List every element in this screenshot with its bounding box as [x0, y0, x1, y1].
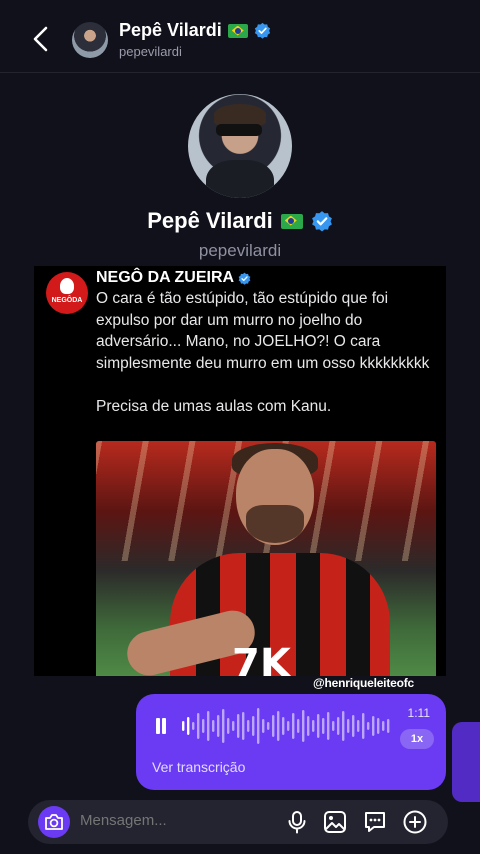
camera-button[interactable]: [38, 806, 70, 838]
header-name-row[interactable]: Pepê Vilardi: [119, 20, 271, 41]
verified-icon: [254, 22, 270, 39]
waveform-bar: [367, 722, 370, 730]
brazil-flag-icon: [280, 213, 303, 229]
video-watermark: @henriqueleiteofc: [313, 676, 414, 690]
post-photo[interactable]: 7K: [96, 441, 436, 676]
waveform-bar: [187, 717, 190, 735]
waveform-bar: [257, 708, 260, 744]
voice-duration: 1:11: [407, 706, 430, 720]
waveform-bar: [287, 721, 290, 731]
header-avatar[interactable]: [72, 22, 108, 58]
verified-icon: [311, 211, 332, 232]
waveform-bar: [352, 715, 355, 737]
header-name: Pepê Vilardi: [119, 20, 222, 40]
waveform-bar: [262, 719, 265, 733]
waveform-bar: [337, 717, 340, 735]
waveform-bar: [307, 716, 310, 736]
post-author-logo: NEGÔDA: [46, 272, 88, 314]
microphone-icon[interactable]: [284, 809, 310, 835]
waveform-bar: [387, 719, 390, 733]
waveform-bar: [382, 721, 385, 731]
gallery-icon[interactable]: [322, 809, 348, 835]
profile-name-row: Pepê Vilardi: [0, 208, 480, 234]
post-logo-text: NEGÔDA: [51, 297, 83, 304]
waveform-bar: [242, 712, 245, 740]
waveform-bar: [312, 720, 315, 732]
waveform-bar: [327, 712, 330, 740]
profile-name: Pepê Vilardi: [147, 208, 273, 233]
waveform-bar: [207, 711, 210, 741]
waveform-bar: [247, 720, 250, 732]
waveform-bar: [197, 713, 200, 739]
waveform-bar: [267, 722, 270, 730]
waveform-bar: [292, 713, 295, 739]
waveform-bar: [277, 711, 280, 741]
waveform-bar: [332, 721, 335, 731]
sticker-icon[interactable]: [362, 809, 388, 835]
waveform-bar: [237, 714, 240, 738]
waveform-bar: [217, 715, 220, 737]
post-author-row: NEGÔ DA ZUEIRA: [96, 269, 251, 287]
post-text: O cara é tão estúpido, tão estúpido que …: [96, 290, 430, 415]
pause-icon[interactable]: [154, 718, 168, 734]
waveform-bar: [232, 721, 235, 731]
waveform-bar: [202, 719, 205, 733]
bubble-glow: [452, 722, 480, 802]
waveform-bar: [357, 720, 360, 732]
waveform-bar: [297, 719, 300, 733]
waveform-bar: [192, 722, 195, 730]
shared-post[interactable]: NEGÔDA NEGÔ DA ZUEIRA O cara é tão estúp…: [34, 266, 446, 676]
waveform-bar: [182, 721, 185, 731]
waveform-bar: [212, 720, 215, 732]
waveform-bar: [252, 716, 255, 736]
message-composer: [28, 800, 448, 844]
waveform[interactable]: [182, 706, 394, 746]
chat-header: Pepê Vilardi pepevilardi: [0, 0, 480, 73]
waveform-bar: [362, 713, 365, 739]
waveform-bar: [302, 710, 305, 742]
waveform-bar: [377, 718, 380, 734]
waveform-bar: [347, 719, 350, 733]
waveform-bar: [317, 714, 320, 738]
playback-speed-button[interactable]: 1x: [400, 729, 434, 749]
profile-username: pepevilardi: [198, 241, 282, 260]
message-input[interactable]: [80, 812, 270, 829]
waveform-bar: [282, 717, 285, 735]
verified-icon: [238, 272, 251, 285]
waveform-bar: [222, 709, 225, 743]
header-username: pepevilardi: [119, 44, 182, 59]
waveform-bar: [227, 718, 230, 734]
waveform-bar: [372, 716, 375, 736]
back-arrow-icon[interactable]: [28, 24, 54, 54]
plus-icon[interactable]: [402, 809, 428, 835]
waveform-bar: [342, 711, 345, 741]
voice-message-bubble[interactable]: 1:11 1x Ver transcrição: [136, 694, 446, 790]
camera-icon: [45, 814, 63, 830]
waveform-bar: [322, 718, 325, 734]
waveform-bar: [272, 715, 275, 737]
post-author: NEGÔ DA ZUEIRA: [96, 269, 235, 286]
brazil-flag-icon: [227, 23, 248, 38]
profile-avatar[interactable]: [188, 94, 292, 198]
view-transcript-link[interactable]: Ver transcrição: [152, 759, 245, 775]
